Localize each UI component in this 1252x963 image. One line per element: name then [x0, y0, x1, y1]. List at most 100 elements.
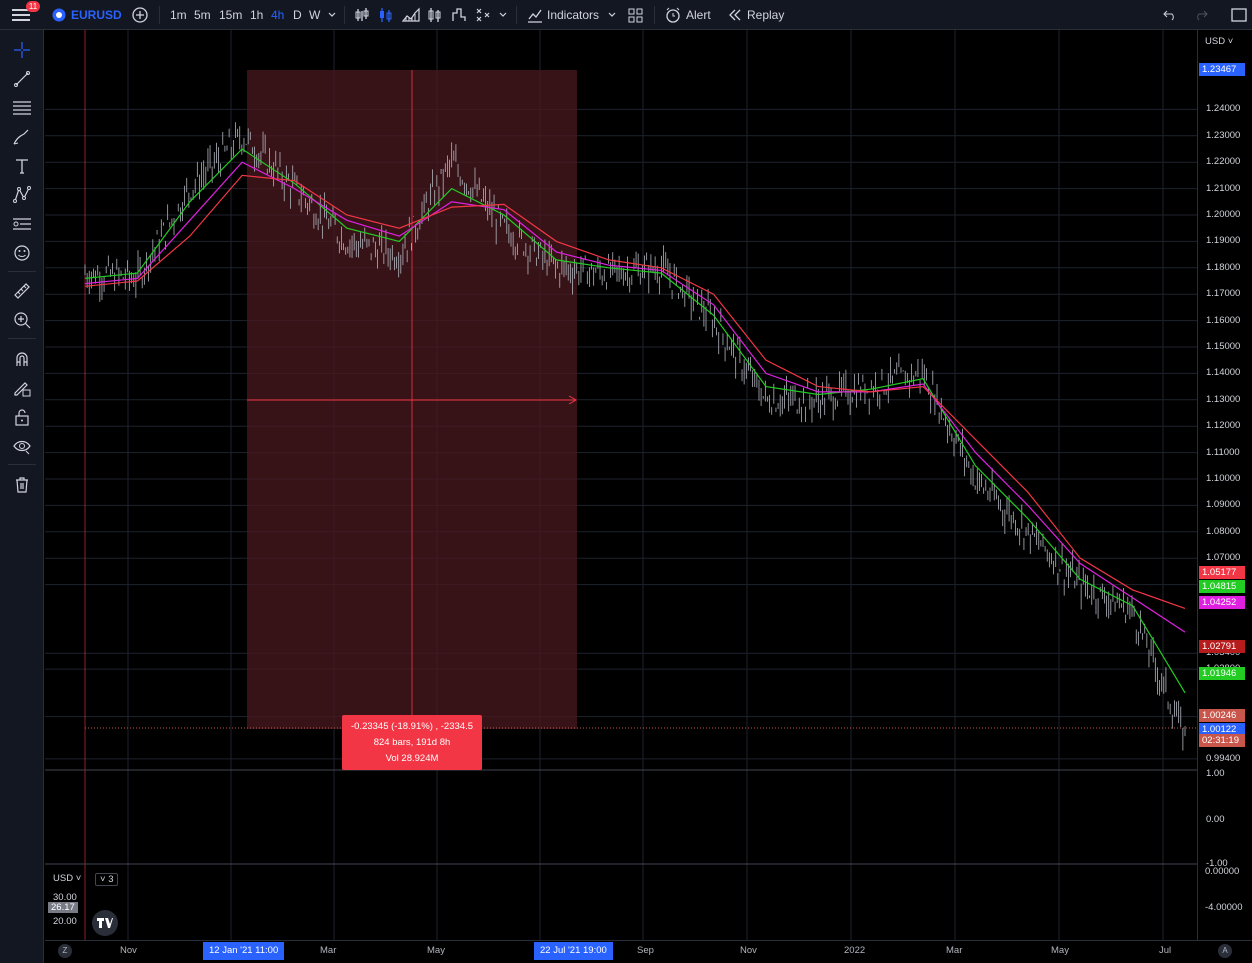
price-label: 1.21000: [1206, 182, 1241, 194]
time-label: Jul: [1159, 945, 1172, 956]
price-label: 1.23000: [1206, 129, 1241, 141]
fib-icon[interactable]: [8, 96, 36, 120]
notification-badge: 11: [26, 1, 40, 12]
alert-button[interactable]: Alert: [686, 0, 711, 30]
price-label: 1.14000: [1206, 367, 1241, 379]
interval-dropdown-icon[interactable]: [328, 0, 336, 30]
add-compare-icon[interactable]: [132, 0, 148, 30]
time-label: Nov: [740, 945, 757, 956]
crosshair-icon[interactable]: [8, 38, 36, 62]
symbol-flag-icon: [52, 0, 66, 30]
price-label: 1.09000: [1206, 499, 1241, 511]
fullscreen-icon[interactable]: [1231, 0, 1247, 30]
drawing-toolbar: [0, 30, 44, 963]
price-tag: 1.04252: [1199, 596, 1245, 609]
time-label: Sep: [637, 945, 654, 956]
bars-style-icon[interactable]: [354, 0, 370, 30]
price-label: 1.22000: [1206, 156, 1241, 168]
magnet-icon[interactable]: [8, 347, 36, 371]
ruler-icon[interactable]: [8, 279, 36, 303]
range-end-tag: 22 Jul '21 19:00: [534, 942, 613, 960]
interval-1h[interactable]: 1h: [250, 0, 263, 30]
time-label: Mar: [320, 945, 337, 956]
pnf-style-icon[interactable]: [475, 0, 491, 30]
interval-1m[interactable]: 1m: [170, 0, 187, 30]
price-label: 1.15000: [1206, 341, 1241, 352]
emoji-icon[interactable]: [8, 241, 36, 265]
time-label: 2022: [844, 945, 866, 956]
layout-grid-icon[interactable]: [628, 0, 643, 30]
area-style-icon[interactable]: [402, 0, 420, 30]
interval-4h[interactable]: 4h: [271, 0, 284, 30]
price-tag: 1.04815: [1199, 580, 1245, 593]
zoom-icon[interactable]: [8, 308, 36, 332]
lock-icon[interactable]: [8, 405, 36, 429]
tradingview-logo[interactable]: [92, 910, 118, 936]
lower-pane-tag: 26.17: [48, 902, 78, 913]
price-tag: 1.23467: [1199, 63, 1245, 76]
interval-D[interactable]: D: [293, 0, 302, 30]
undo-icon[interactable]: [1163, 0, 1177, 30]
brush-icon[interactable]: [8, 125, 36, 149]
eye-icon[interactable]: [8, 434, 36, 458]
lower-pane-currency[interactable]: USD ˅: [53, 873, 81, 884]
measure-volume: Vol 28.924M: [385, 753, 439, 764]
time-label: Nov: [120, 945, 137, 956]
time-label: Mar: [946, 945, 963, 956]
chart-style-dropdown-icon[interactable]: [499, 0, 507, 30]
interval-5m[interactable]: 5m: [194, 0, 211, 30]
replay-button[interactable]: Replay: [747, 0, 784, 30]
trash-icon[interactable]: [8, 473, 36, 497]
measure-bars: 824 bars, 191d 8h: [373, 737, 451, 748]
interval-15m[interactable]: 15m: [219, 0, 242, 30]
auto-scale-button[interactable]: A: [1218, 944, 1232, 958]
measure-change: -0.23345 (-18.91%) , -2334.5: [351, 721, 473, 732]
price-chart[interactable]: [45, 30, 1197, 940]
price-label: 1.12000: [1206, 420, 1241, 432]
templates-dropdown-icon[interactable]: [608, 0, 616, 30]
price-scale-currency[interactable]: USD ˅: [1205, 36, 1233, 47]
renko-style-icon[interactable]: [451, 0, 467, 30]
range-start-tag: 12 Jan '21 11:00: [203, 942, 285, 960]
indicators-icon[interactable]: [527, 0, 543, 30]
price-label: 1.08000: [1206, 525, 1241, 537]
price-label: 1.10000: [1206, 473, 1241, 484]
alert-icon[interactable]: [665, 0, 681, 30]
price-label: 1.13000: [1206, 393, 1241, 405]
symbol-search-button[interactable]: EURUSD: [71, 0, 122, 30]
price-label: 1.19000: [1206, 235, 1241, 247]
pane-collapse-button[interactable]: ˅ 3: [95, 873, 119, 886]
top-toolbar: 11 EURUSD 1m 5m 15m 1h 4h D W Indicators: [0, 0, 1252, 30]
price-tag: 1.00246: [1199, 709, 1245, 722]
measure-tooltip: -0.23345 (-18.91%) , -2334.5 824 bars, 1…: [342, 715, 482, 770]
lower-scale-label: 1.00: [1206, 768, 1225, 779]
text-icon[interactable]: [8, 154, 36, 178]
heikin-style-icon[interactable]: [427, 0, 443, 30]
interval-W[interactable]: W: [309, 0, 320, 30]
trend-line-icon[interactable]: [8, 67, 36, 91]
indicators-button[interactable]: Indicators: [547, 0, 599, 30]
redo-icon[interactable]: [1194, 0, 1208, 30]
price-label: 1.11000: [1206, 446, 1240, 458]
time-label: May: [427, 945, 445, 956]
price-label: 0.99400: [1206, 752, 1241, 764]
forecast-icon[interactable]: [8, 212, 36, 236]
time-label: May: [1051, 945, 1069, 956]
lower-pane-label-20: 20.00: [53, 916, 77, 927]
price-label: 1.24000: [1206, 103, 1241, 115]
price-tag: 1.02791: [1199, 640, 1245, 653]
price-label: 1.16000: [1206, 314, 1241, 326]
lock-drawing-icon[interactable]: [8, 376, 36, 400]
price-label: 1.17000: [1206, 288, 1241, 300]
chart-grid: [45, 30, 1197, 940]
pattern-icon[interactable]: [8, 183, 36, 207]
lower-scale-label: 0.00: [1206, 814, 1225, 825]
timezone-button[interactable]: Z: [58, 944, 72, 958]
lower-scale-label: 0.00000: [1205, 866, 1240, 877]
candles-style-icon[interactable]: [378, 0, 394, 30]
price-tag: 02:31:19: [1199, 734, 1245, 747]
replay-icon[interactable]: [728, 0, 742, 30]
price-label: 1.20000: [1206, 209, 1241, 220]
price-label: 1.07000: [1206, 552, 1241, 564]
price-label: 1.18000: [1206, 261, 1241, 273]
